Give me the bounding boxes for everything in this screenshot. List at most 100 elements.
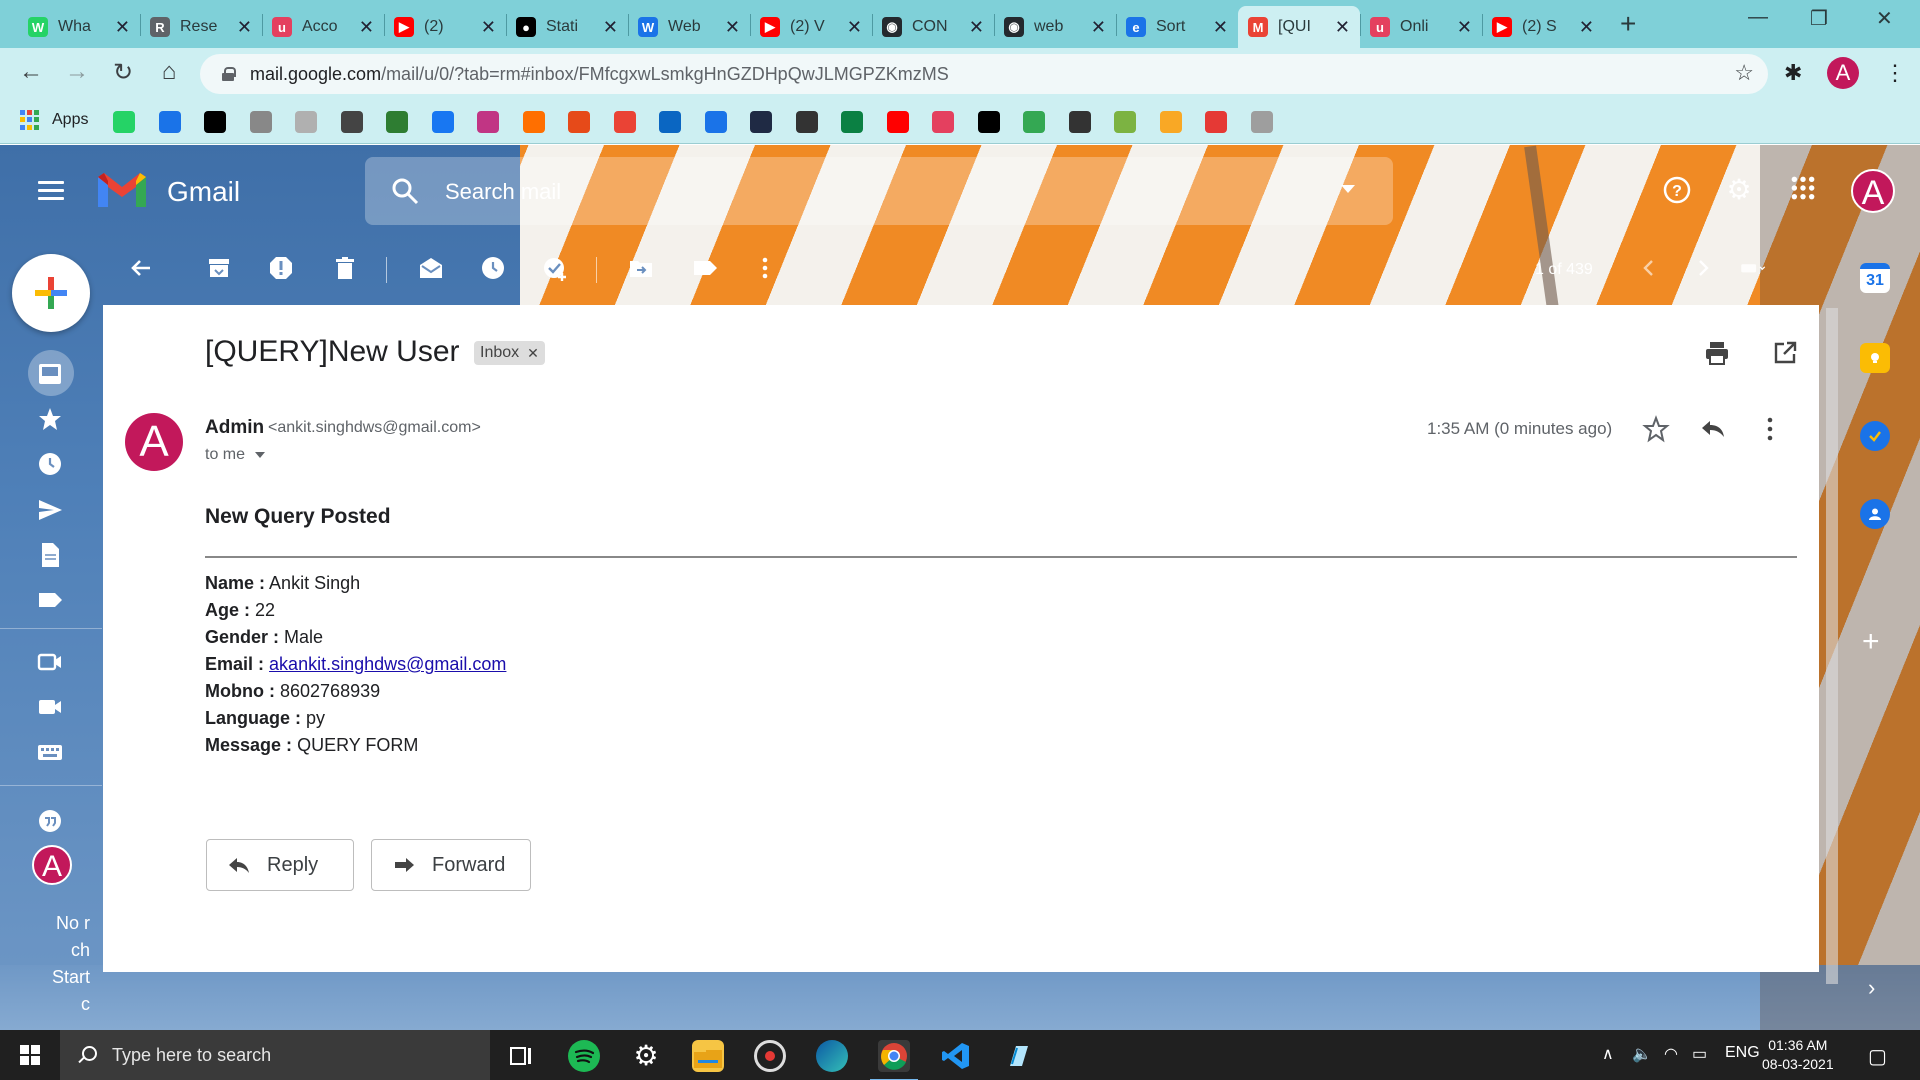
new-tab-button[interactable]: + <box>1620 8 1636 40</box>
more-options-icon[interactable] <box>752 255 778 281</box>
home-icon[interactable]: ⌂ <box>154 58 184 86</box>
notifications-icon[interactable]: ▢ <box>1868 1044 1887 1069</box>
browser-tab[interactable]: u Onli ✕ <box>1360 6 1482 48</box>
browser-profile-avatar[interactable]: A <box>1827 57 1859 89</box>
mark-unread-icon[interactable] <box>418 255 444 281</box>
browser-menu-icon[interactable]: ⋮ <box>1884 60 1906 86</box>
edge-browser-icon[interactable] <box>816 1040 848 1072</box>
tab-close-icon[interactable]: ✕ <box>237 17 252 38</box>
search-options-dropdown-icon[interactable] <box>1341 185 1355 193</box>
meet-new-meeting-icon[interactable] <box>36 648 64 676</box>
browser-tab[interactable]: ▶ (2) V ✕ <box>750 6 872 48</box>
browser-tab[interactable]: e Sort ✕ <box>1116 6 1238 48</box>
keep-icon[interactable] <box>1860 343 1890 373</box>
sent-icon[interactable] <box>36 496 64 524</box>
tab-close-icon[interactable]: ✕ <box>969 17 984 38</box>
account-avatar[interactable]: A <box>1851 169 1895 213</box>
browser-tab[interactable]: R Rese ✕ <box>140 6 262 48</box>
tab-close-icon[interactable]: ✕ <box>1213 17 1228 38</box>
tab-close-icon[interactable]: ✕ <box>1457 17 1472 38</box>
browser-tab[interactable]: ● Stati ✕ <box>506 6 628 48</box>
taskbar-search-box[interactable]: Type here to search <box>60 1030 490 1080</box>
snooze-icon[interactable] <box>480 255 506 281</box>
bookmark-icon[interactable] <box>340 111 363 133</box>
bookmark-icon[interactable] <box>522 111 545 133</box>
archive-icon[interactable] <box>206 255 232 281</box>
bookmark-icon[interactable] <box>158 111 181 133</box>
inbox-label-chip[interactable]: Inbox ✕ <box>474 341 545 365</box>
tab-close-icon[interactable]: ✕ <box>115 17 130 38</box>
open-in-new-window-icon[interactable] <box>1771 339 1799 367</box>
labels-icon[interactable] <box>692 255 718 281</box>
get-addons-plus-icon[interactable]: + <box>1862 625 1880 659</box>
field-email-link[interactable]: akankit.singhdws@gmail.com <box>269 654 506 674</box>
volume-icon[interactable]: 🔈 <box>1632 1044 1652 1064</box>
calendar-icon[interactable]: 31 <box>1860 263 1890 293</box>
tasks-icon[interactable] <box>1860 421 1890 451</box>
tab-close-icon[interactable]: ✕ <box>1335 17 1350 38</box>
bookmark-icon[interactable] <box>431 111 454 133</box>
bookmark-icon[interactable] <box>841 111 863 133</box>
tab-close-icon[interactable]: ✕ <box>1579 17 1594 38</box>
delete-icon[interactable] <box>332 255 358 281</box>
language-indicator[interactable]: ENG <box>1725 1044 1760 1062</box>
sender-avatar[interactable]: A <box>125 413 183 471</box>
bookmark-icon[interactable] <box>704 111 727 133</box>
reload-icon[interactable]: ↻ <box>108 58 138 87</box>
bookmark-icon[interactable] <box>613 111 636 133</box>
compose-button[interactable] <box>12 254 90 332</box>
main-menu-icon[interactable] <box>38 181 64 200</box>
browser-tab[interactable]: ◉ web ✕ <box>994 6 1116 48</box>
contacts-icon[interactable] <box>1860 499 1890 529</box>
inbox-icon[interactable] <box>36 360 64 388</box>
snoozed-icon[interactable] <box>36 450 64 478</box>
newer-chevron-icon[interactable] <box>1636 255 1662 281</box>
spotify-icon[interactable] <box>568 1040 600 1072</box>
media-player-icon[interactable] <box>754 1040 786 1072</box>
google-apps-icon[interactable] <box>1788 175 1818 205</box>
browser-tab[interactable]: W Web ✕ <box>628 6 750 48</box>
hangouts-user-avatar[interactable]: A <box>32 845 72 885</box>
tab-close-icon[interactable]: ✕ <box>1091 17 1106 38</box>
bookmark-icon[interactable] <box>795 111 818 133</box>
move-to-icon[interactable] <box>628 255 654 281</box>
older-chevron-icon[interactable] <box>1690 255 1716 281</box>
bookmark-icon[interactable] <box>386 111 408 133</box>
chrome-browser-icon[interactable] <box>870 1040 918 1080</box>
reply-icon[interactable] <box>1699 415 1727 443</box>
windows-start-icon[interactable] <box>20 1045 40 1065</box>
search-icon[interactable] <box>391 177 419 205</box>
browser-tab[interactable]: ▶ (2) S ✕ <box>1482 6 1604 48</box>
print-icon[interactable] <box>1703 339 1731 367</box>
star-icon[interactable] <box>1642 415 1670 443</box>
back-to-inbox-icon[interactable] <box>128 255 154 281</box>
browser-tab[interactable]: W Wha ✕ <box>18 6 140 48</box>
restore-icon[interactable]: ❐ <box>1810 6 1828 31</box>
vscode-icon[interactable] <box>940 1040 972 1072</box>
minimize-icon[interactable]: — <box>1748 6 1768 29</box>
browser-tab[interactable]: ◉ CON ✕ <box>872 6 994 48</box>
task-view-icon[interactable] <box>505 1040 537 1072</box>
system-clock[interactable]: 01:36 AM 08-03-2021 <box>1762 1036 1834 1074</box>
help-icon[interactable]: ? <box>1662 175 1692 205</box>
show-details-caret-icon[interactable] <box>255 452 266 458</box>
bookmark-icon[interactable] <box>886 111 909 133</box>
file-explorer-icon[interactable] <box>692 1040 724 1072</box>
forward-icon[interactable]: → <box>62 58 92 86</box>
recipient-details[interactable]: to me <box>205 446 266 464</box>
bookmark-icon[interactable] <box>477 111 499 133</box>
bookmark-icon[interactable] <box>568 111 590 133</box>
input-tools-icon[interactable] <box>1740 255 1782 281</box>
meet-join-icon[interactable] <box>36 693 64 721</box>
bookmark-icon[interactable] <box>750 111 772 133</box>
bookmark-icon[interactable] <box>1159 111 1182 133</box>
forward-button[interactable]: Forward <box>371 839 531 891</box>
tab-close-icon[interactable]: ✕ <box>481 17 496 38</box>
show-hidden-icons-chevron[interactable]: ∧ <box>1602 1044 1614 1064</box>
extensions-icon[interactable]: ✱ <box>1784 60 1802 86</box>
tab-close-icon[interactable]: ✕ <box>359 17 374 38</box>
search-mail-box[interactable]: Search mail <box>365 157 1393 225</box>
browser-tab[interactable]: u Acco ✕ <box>262 6 384 48</box>
bookmark-icon[interactable] <box>932 111 954 133</box>
back-icon[interactable]: ← <box>16 58 46 86</box>
